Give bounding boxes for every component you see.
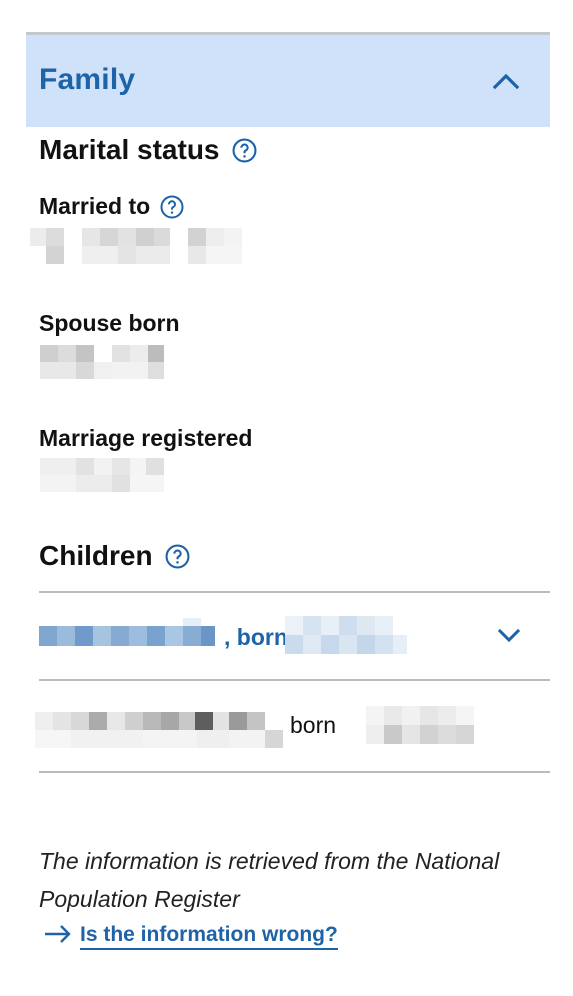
child-birthdate-redacted (366, 706, 478, 744)
child-name-redacted (35, 712, 285, 748)
children-heading: Children (39, 540, 190, 572)
arrow-right-icon (44, 924, 72, 950)
child-born-label: , born (224, 624, 288, 650)
child-name-redacted (39, 618, 219, 646)
spouse-born-text: Spouse born (39, 310, 180, 336)
family-accordion-header[interactable]: Family (26, 35, 550, 127)
children-title: Children (39, 540, 153, 571)
help-icon[interactable] (160, 195, 184, 219)
family-panel: Family Marital status Married to Spouse … (0, 0, 573, 996)
help-icon[interactable] (165, 544, 190, 569)
marital-status-heading: Marital status (39, 134, 257, 166)
source-note: The information is retrieved from the Na… (39, 848, 500, 912)
chevron-down-icon[interactable] (496, 622, 522, 648)
divider (39, 591, 550, 593)
spouse-born-label: Spouse born (39, 310, 180, 337)
divider (39, 771, 550, 773)
wrong-link-label: Is the information wrong? (80, 923, 338, 950)
marriage-registered-label: Marriage registered (39, 425, 252, 452)
child-birthdate-redacted (285, 616, 411, 654)
child-row-expandable[interactable]: , born (39, 606, 550, 666)
help-icon[interactable] (232, 138, 257, 163)
chevron-up-icon[interactable] (492, 67, 520, 95)
accordion-title: Family (39, 63, 136, 96)
married-to-label: Married to (39, 193, 184, 220)
marital-status-title: Marital status (39, 134, 220, 165)
report-wrong-info-link[interactable]: Is the information wrong? (44, 923, 338, 950)
marriage-registered-text: Marriage registered (39, 425, 253, 451)
spouse-birthdate-redacted (40, 345, 170, 379)
divider (39, 679, 550, 681)
married-to-text: Married to (39, 193, 151, 219)
child-born-label: born (290, 712, 337, 738)
marriage-date-redacted (40, 458, 170, 492)
spouse-name-redacted (30, 228, 245, 264)
